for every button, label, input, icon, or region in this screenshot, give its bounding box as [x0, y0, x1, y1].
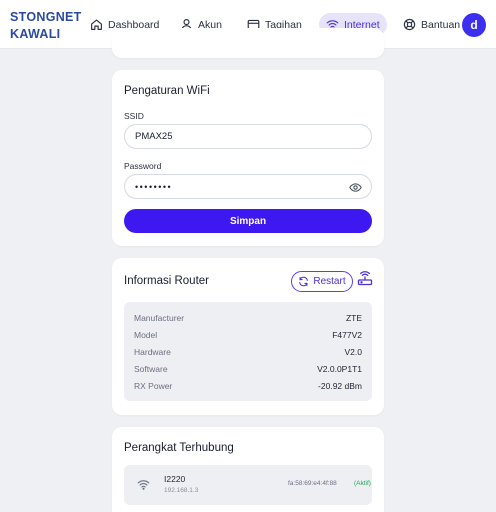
previous-card	[112, 28, 384, 58]
info-value: F477V2	[332, 330, 362, 340]
info-value: V2.0	[344, 347, 363, 357]
info-value: ZTE	[345, 313, 362, 323]
info-value: -20.92 dBm	[318, 381, 362, 391]
info-row-manufacturer: Manufacturer ZTE	[134, 311, 362, 325]
info-key: Manufacturer	[134, 313, 185, 323]
refresh-icon	[299, 276, 309, 287]
wifi-icon	[137, 480, 150, 490]
password-value: ••••••••	[135, 181, 173, 192]
wifi-settings-title: Pengaturan WiFi	[124, 85, 210, 97]
info-row-rx-power: RX Power -20.92 dBm	[134, 379, 362, 393]
device-ip: 192.168.1.3	[164, 487, 199, 494]
device-name: I2220	[164, 474, 186, 484]
connected-devices-card: Perangkat Terhubung I2220 192.168.1.3 fa…	[112, 427, 384, 512]
user-avatar[interactable]: d	[462, 13, 486, 37]
restart-button[interactable]: Restart	[291, 271, 353, 292]
info-key: Software	[134, 364, 168, 374]
info-row-model: Model F477V2	[134, 328, 362, 342]
router-info-table: Manufacturer ZTE Model F477V2 Hardware V…	[124, 302, 372, 401]
save-button[interactable]: Simpan	[124, 209, 372, 233]
info-row-software: Software V2.0.0P1T1	[134, 362, 362, 376]
home-icon	[91, 19, 102, 30]
password-input[interactable]: ••••••••	[124, 174, 372, 199]
info-key: RX Power	[134, 381, 173, 391]
restart-label: Restart	[313, 276, 346, 287]
brand-line-1: STONGNET	[10, 10, 82, 24]
password-label: Password	[124, 161, 162, 171]
info-row-hardware: Hardware V2.0	[134, 345, 362, 359]
ssid-value: PMAX25	[135, 131, 173, 142]
info-value: V2.0.0P1T1	[317, 364, 362, 374]
nav-bantuan-label: Bantuan	[421, 18, 461, 31]
connected-devices-title: Perangkat Terhubung	[124, 442, 234, 454]
info-key: Hardware	[134, 347, 171, 357]
router-info-card: Informasi Router Restart Manufacturer ZT…	[112, 258, 384, 415]
nav-bantuan[interactable]: Bantuan	[396, 13, 467, 36]
router-icon	[357, 271, 373, 286]
brand-line-2: KAWALI	[10, 27, 61, 41]
info-key: Model	[134, 330, 158, 340]
lifebuoy-icon	[403, 18, 416, 31]
ssid-label: SSID	[124, 111, 144, 121]
brand-logo[interactable]: STONGNET KAWALI	[10, 9, 82, 43]
device-status-badge: (Aktif)	[354, 480, 371, 487]
wifi-settings-card: Pengaturan WiFi SSID PMAX25 Password •••…	[112, 70, 384, 246]
eye-icon[interactable]	[349, 181, 362, 194]
ssid-input[interactable]: PMAX25	[124, 124, 372, 149]
router-info-title: Informasi Router	[124, 275, 210, 287]
device-mac: fa:58:69:e4:4f:88	[288, 480, 337, 487]
device-list-item[interactable]: I2220 192.168.1.3 fa:58:69:e4:4f:88 (Akt…	[124, 465, 372, 505]
